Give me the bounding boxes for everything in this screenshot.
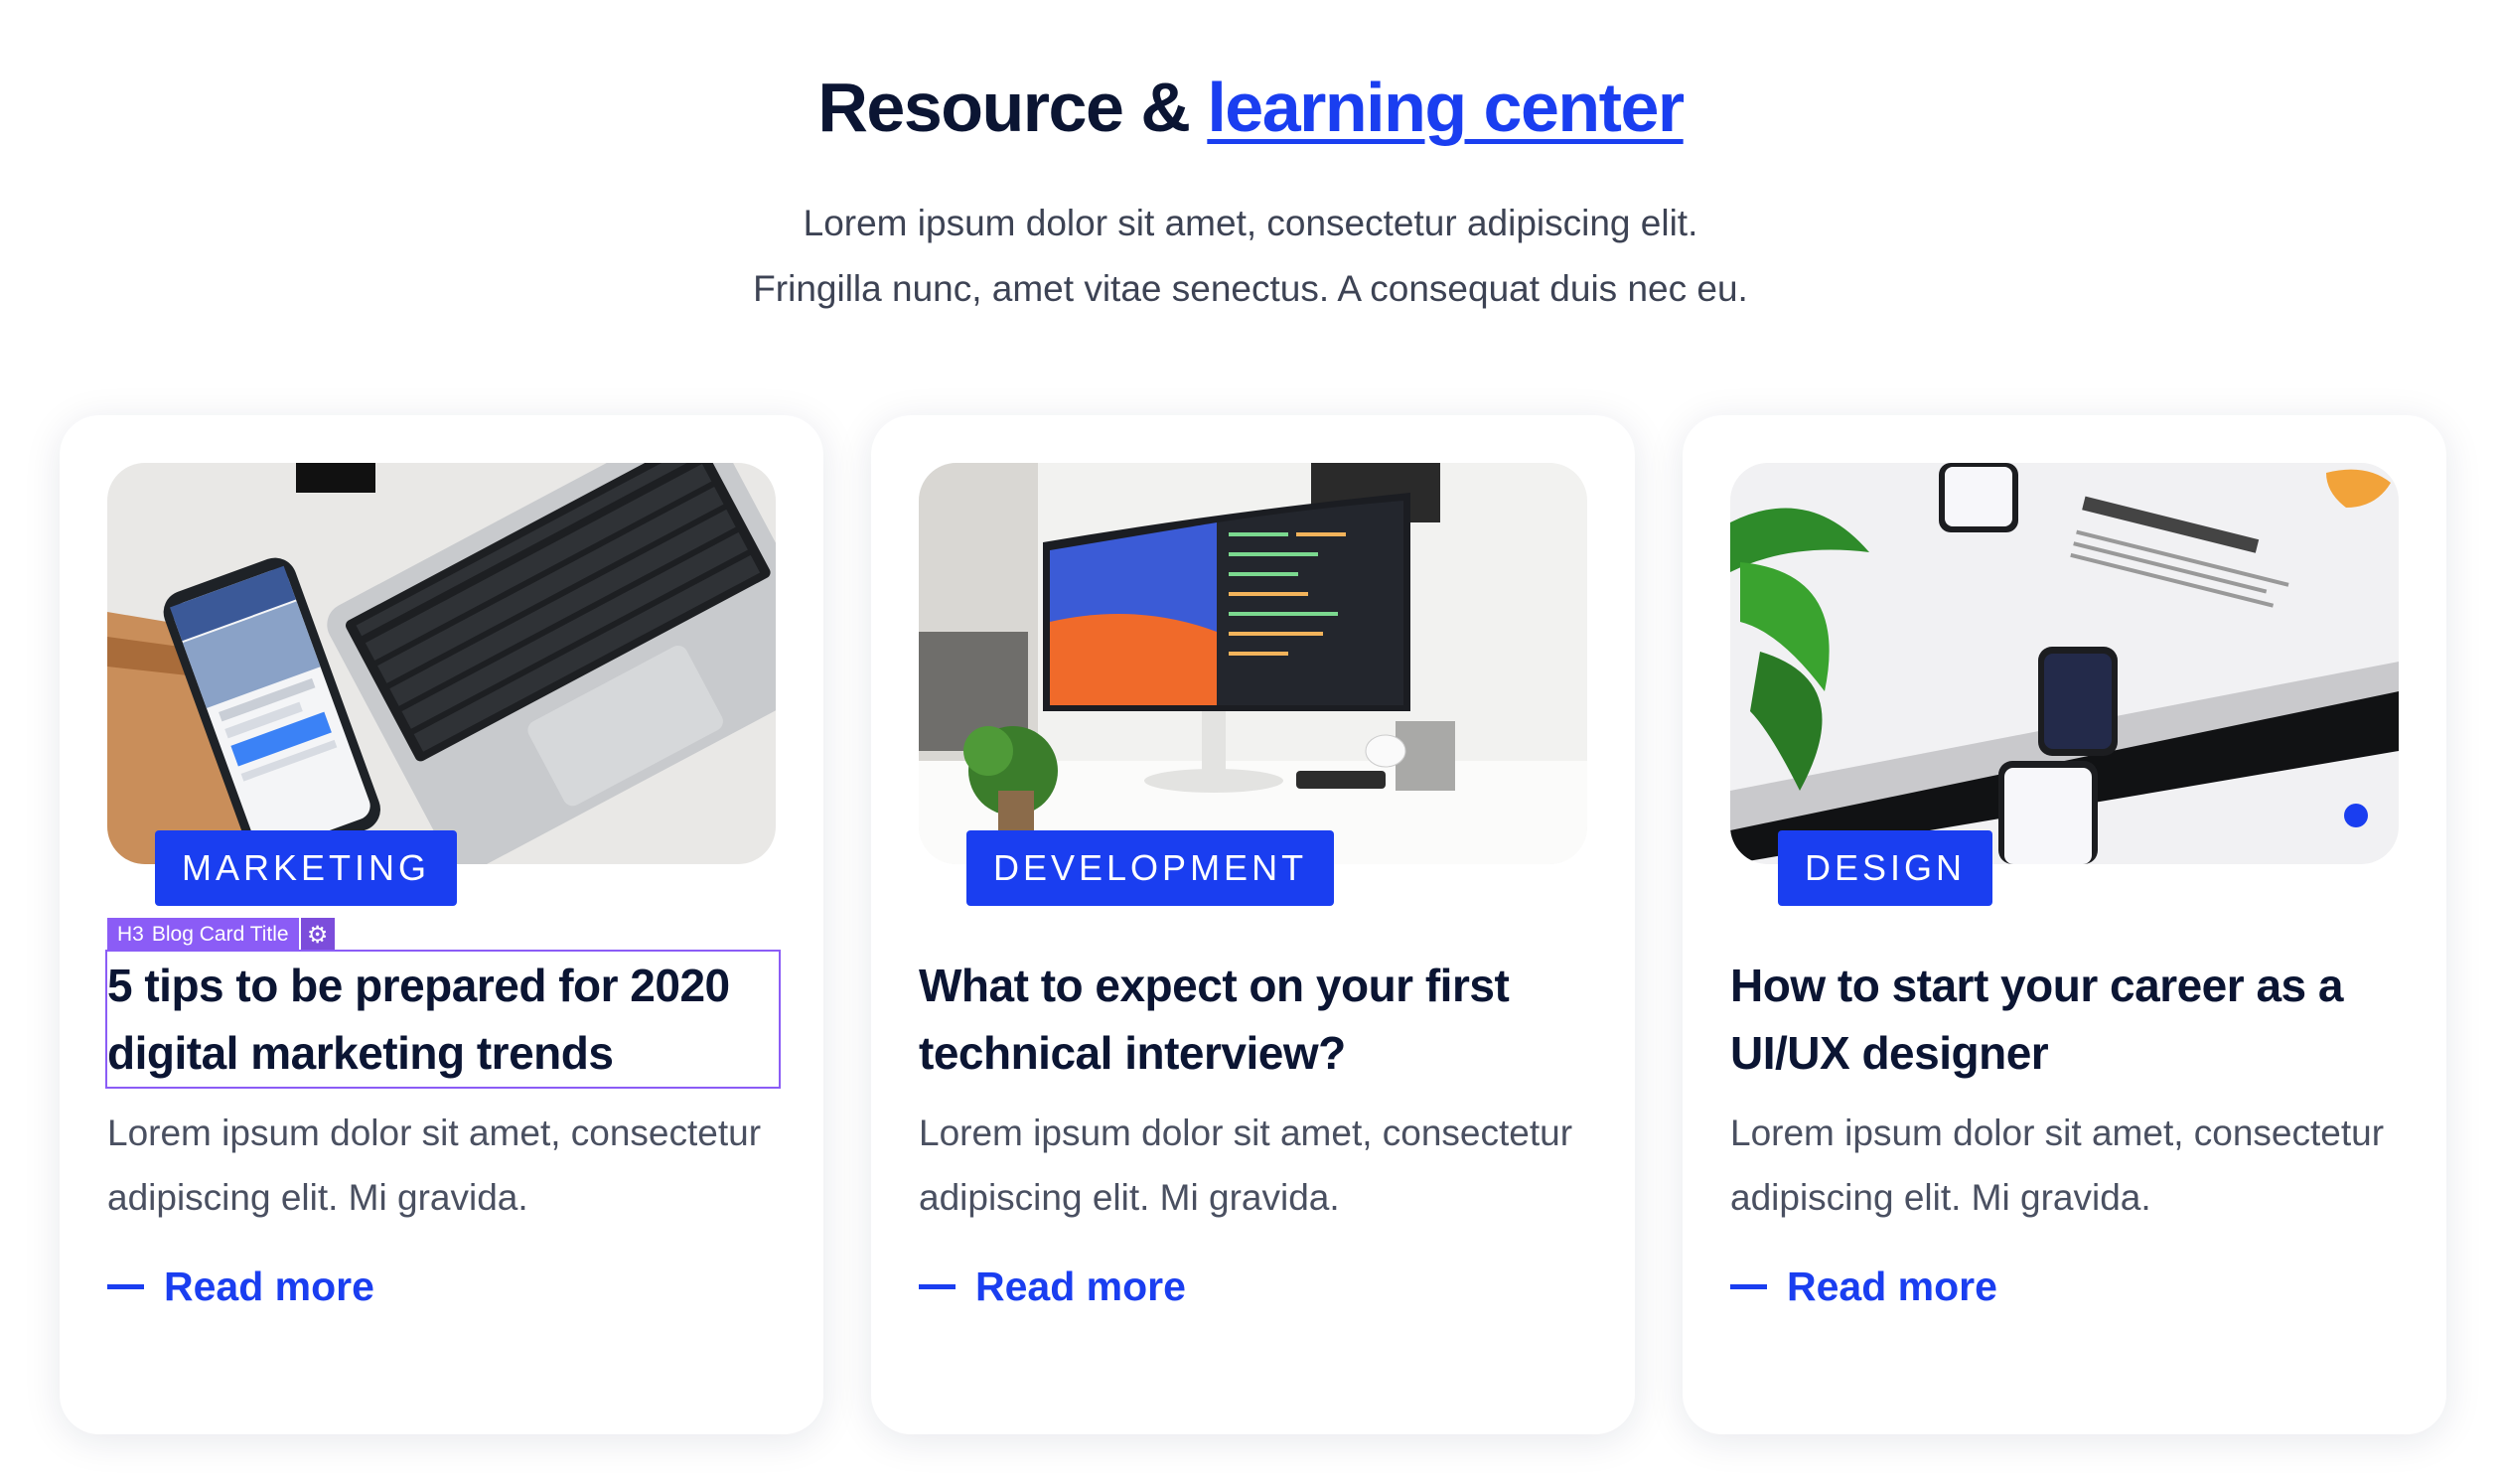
laptop-phone-illustration xyxy=(107,463,776,864)
heading-level-icon: H3 xyxy=(117,923,144,946)
editor-tag-label: H3 Blog Card Title xyxy=(107,918,299,952)
dash-icon xyxy=(919,1283,956,1289)
card-image-laptop-phone[interactable] xyxy=(107,463,776,864)
card-title[interactable]: What to expect on your first technical i… xyxy=(919,952,1590,1087)
blog-card-design[interactable]: DESIGN How to start your career as a UI/… xyxy=(1683,415,2446,1434)
subtitle-line-1: Lorem ipsum dolor sit amet, consectetur … xyxy=(803,203,1698,243)
learning-center-link[interactable]: learning center xyxy=(1207,69,1685,146)
card-image-desk-monitor[interactable] xyxy=(919,463,1587,864)
category-badge[interactable]: DESIGN xyxy=(1778,830,1993,906)
dashboard-mockup-illustration xyxy=(1730,463,2399,864)
read-more-link[interactable]: Read more xyxy=(919,1261,1186,1311)
card-title[interactable]: 5 tips to be prepared for 2020 digital m… xyxy=(105,950,781,1089)
blog-card-development[interactable]: DEVELOPMENT What to expect on your first… xyxy=(871,415,1635,1434)
dash-icon xyxy=(107,1283,144,1289)
read-more-link[interactable]: Read more xyxy=(107,1261,374,1311)
editor-element-tag[interactable]: H3 Blog Card Title ⚙ xyxy=(107,918,335,952)
read-more-link[interactable]: Read more xyxy=(1730,1261,1997,1311)
subtitle-line-2: Fringilla nunc, amet vitae senectus. A c… xyxy=(753,268,1748,309)
gear-icon[interactable]: ⚙ xyxy=(300,918,335,952)
section-subtitle: Lorem ipsum dolor sit amet, consectetur … xyxy=(0,191,2501,322)
category-badge[interactable]: MARKETING xyxy=(155,830,458,906)
blog-card-marketing[interactable]: MARKETING H3 Blog Card Title ⚙ 5 tips to… xyxy=(60,415,823,1434)
card-title[interactable]: How to start your career as a UI/UX desi… xyxy=(1730,952,2402,1087)
category-badge[interactable]: DEVELOPMENT xyxy=(966,830,1335,906)
card-description: Lorem ipsum dolor sit amet, consectetur … xyxy=(919,1113,1573,1218)
card-description: Lorem ipsum dolor sit amet, consectetur … xyxy=(107,1113,762,1218)
dash-icon xyxy=(1730,1283,1767,1289)
card-image-dashboard[interactable] xyxy=(1730,463,2399,864)
card-description: Lorem ipsum dolor sit amet, consectetur … xyxy=(1730,1113,2385,1218)
section-title: Resource & learning center xyxy=(817,69,1685,146)
desk-monitor-illustration xyxy=(919,463,1587,864)
